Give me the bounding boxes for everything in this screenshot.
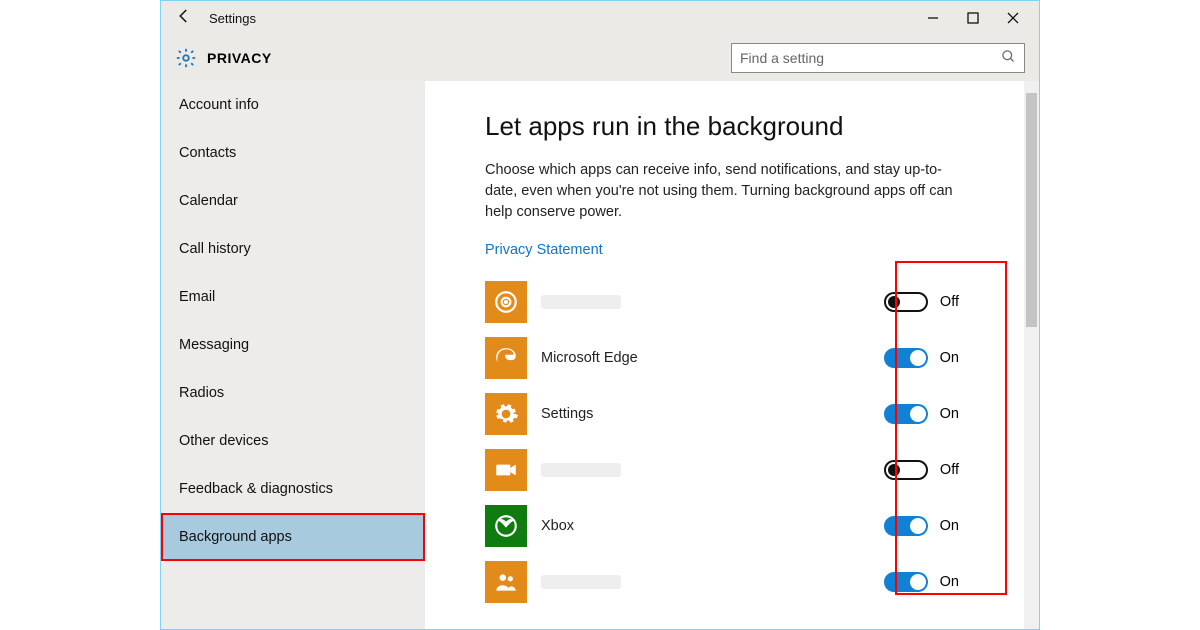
toggle-state: Off — [940, 294, 959, 310]
search-input[interactable]: Find a setting — [731, 43, 1025, 73]
main-panel: Let apps run in the background Choose wh… — [425, 81, 1039, 629]
toggle-state: On — [940, 518, 959, 534]
sidebar-item-calendar[interactable]: Calendar — [161, 177, 425, 225]
sidebar-item-messaging[interactable]: Messaging — [161, 321, 425, 369]
vertical-scrollbar[interactable] — [1024, 81, 1039, 629]
sidebar-item-other-devices[interactable]: Other devices — [161, 417, 425, 465]
toggle-state: Off — [940, 462, 959, 478]
app-row: Settings On — [485, 386, 1025, 442]
camera-icon — [485, 449, 527, 491]
app-name-label — [541, 295, 621, 309]
app-row: Xbox On — [485, 498, 1025, 554]
toggle-switch[interactable] — [884, 292, 928, 312]
sidebar-item-contacts[interactable]: Contacts — [161, 129, 425, 177]
sidebar-item-email[interactable]: Email — [161, 273, 425, 321]
sidebar-item-call-history[interactable]: Call history — [161, 225, 425, 273]
app-row: Microsoft Edge On — [485, 330, 1025, 386]
category-header: PRIVACY Find a setting — [161, 35, 1039, 81]
toggle-state: On — [940, 574, 959, 590]
sidebar-item-background-apps[interactable]: Background apps — [161, 513, 425, 561]
settings-window: Settings PRIVACY Find a setting — [160, 0, 1040, 630]
page-description: Choose which apps can receive info, send… — [485, 160, 965, 223]
toggle-state: On — [940, 350, 959, 366]
maximize-button[interactable] — [953, 1, 993, 35]
titlebar: Settings — [161, 1, 1039, 35]
app-name-label: Xbox — [541, 518, 574, 534]
toggle-switch[interactable] — [884, 572, 928, 592]
category-title: PRIVACY — [207, 50, 272, 66]
search-icon — [1001, 49, 1016, 68]
page-heading: Let apps run in the background — [485, 111, 1025, 142]
close-button[interactable] — [993, 1, 1033, 35]
content-body: Account info Contacts Calendar Call hist… — [161, 81, 1039, 629]
toggle-switch[interactable] — [884, 404, 928, 424]
gear-icon — [175, 47, 197, 69]
sidebar: Account info Contacts Calendar Call hist… — [161, 81, 425, 629]
toggle-switch[interactable] — [884, 348, 928, 368]
app-name-label — [541, 463, 621, 477]
xbox-icon — [485, 505, 527, 547]
back-button[interactable] — [171, 7, 197, 30]
toggle-state: On — [940, 406, 959, 422]
sidebar-item-radios[interactable]: Radios — [161, 369, 425, 417]
search-placeholder: Find a setting — [740, 50, 824, 66]
app-row: On — [485, 554, 1025, 610]
app-name-label: Settings — [541, 406, 593, 422]
target-icon — [485, 281, 527, 323]
privacy-statement-link[interactable]: Privacy Statement — [485, 242, 603, 258]
sidebar-item-account-info[interactable]: Account info — [161, 81, 425, 129]
minimize-button[interactable] — [913, 1, 953, 35]
app-name-label: Microsoft Edge — [541, 350, 638, 366]
edge-icon — [485, 337, 527, 379]
app-row: Off — [485, 274, 1025, 330]
scroll-thumb[interactable] — [1026, 93, 1037, 327]
gear-app-icon — [485, 393, 527, 435]
toggle-switch[interactable] — [884, 460, 928, 480]
window-title: Settings — [209, 11, 256, 26]
app-name-label — [541, 575, 621, 589]
people-icon — [485, 561, 527, 603]
sidebar-item-feedback-diagnostics[interactable]: Feedback & diagnostics — [161, 465, 425, 513]
toggle-switch[interactable] — [884, 516, 928, 536]
app-row: Off — [485, 442, 1025, 498]
